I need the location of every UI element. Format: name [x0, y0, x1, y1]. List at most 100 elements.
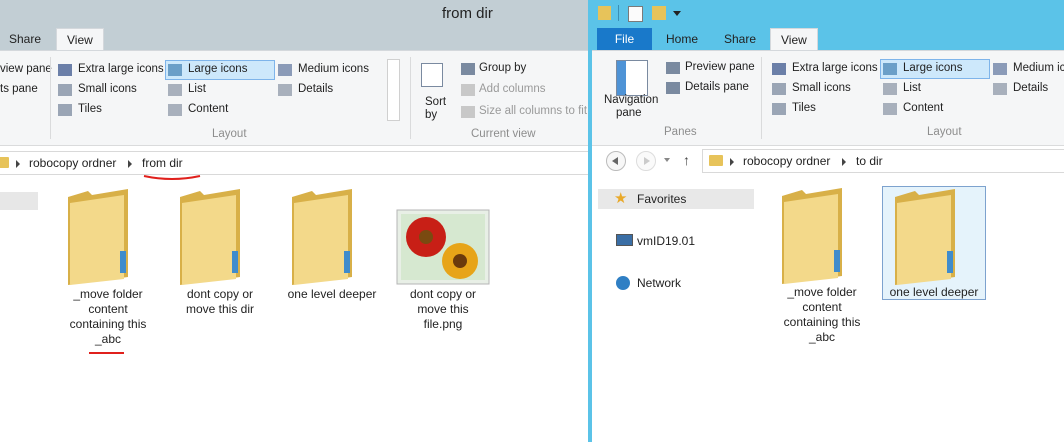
- item-label: file.png: [423, 317, 463, 331]
- layout-details[interactable]: Details: [298, 83, 333, 95]
- extra-large-icons-icon: [58, 64, 72, 76]
- nav-favorites-label: Favorites: [637, 192, 687, 206]
- folder-item-one-level-deeper[interactable]: one level deeper: [278, 186, 386, 311]
- layout-details[interactable]: Details: [1013, 82, 1048, 94]
- item-label: content: [88, 302, 128, 316]
- size-columns-button[interactable]: Size all columns to fit: [479, 105, 587, 117]
- address-bar[interactable]: robocopy ordner from dir: [0, 151, 588, 175]
- medium-icons-icon: [993, 63, 1007, 75]
- layout-tiles[interactable]: Tiles: [78, 103, 102, 115]
- layout-extra-large-icons[interactable]: Extra large icons: [78, 63, 164, 75]
- content-icon: [168, 104, 182, 116]
- address-bar[interactable]: robocopy ordner to dir: [702, 149, 1064, 173]
- small-icons-icon: [58, 84, 72, 96]
- new-folder-icon[interactable]: [652, 6, 666, 20]
- small-icons-icon: [772, 83, 786, 95]
- layout-large-icons[interactable]: Large icons: [188, 63, 247, 75]
- item-label: containing this: [69, 317, 147, 331]
- tab-home[interactable]: Home: [656, 28, 708, 50]
- layout-extra-large-icons[interactable]: Extra large icons: [792, 62, 878, 74]
- app-folder-icon: [598, 6, 611, 20]
- folder-item-dont-copy-dir[interactable]: dont copy or move this dir: [168, 186, 272, 326]
- breadcrumb-to-dir[interactable]: to dir: [856, 154, 883, 168]
- list-icon: [168, 84, 182, 96]
- item-label: dont copy or: [186, 287, 254, 301]
- layout-scrollbar[interactable]: [387, 59, 400, 121]
- forward-button[interactable]: [636, 151, 656, 171]
- layout-content[interactable]: Content: [903, 102, 943, 114]
- sort-by-label[interactable]: by: [425, 109, 437, 121]
- item-label: dont copy or: [409, 287, 477, 301]
- list-icon: [883, 83, 897, 95]
- item-label: content: [802, 300, 842, 314]
- breadcrumb-from-dir[interactable]: from dir: [142, 156, 183, 170]
- tab-share[interactable]: Share: [0, 28, 51, 50]
- properties-icon[interactable]: [628, 6, 643, 22]
- navigation-pane-icon: [616, 60, 648, 96]
- group-by-icon: [461, 63, 475, 75]
- tab-view[interactable]: View: [56, 28, 104, 51]
- chevron-down-icon[interactable]: [673, 11, 681, 16]
- arrow-left-icon: [612, 157, 618, 165]
- layout-medium-icons[interactable]: Medium icons: [298, 63, 369, 75]
- details-pane-button[interactable]: ts pane: [0, 83, 38, 95]
- folder-item-move-folder[interactable]: _move folder content containing this _ab…: [770, 185, 874, 350]
- layout-small-icons[interactable]: Small icons: [78, 83, 137, 95]
- folder-icon: [782, 188, 842, 284]
- chevron-right-icon: [842, 158, 846, 166]
- star-icon: ★: [614, 190, 628, 207]
- preview-pane-button[interactable]: Preview pane: [685, 61, 755, 73]
- navigation-pane-button[interactable]: Navigation: [604, 94, 658, 106]
- tiles-icon: [772, 103, 786, 115]
- nav-pane-selected-row[interactable]: [0, 192, 38, 210]
- nav-favorites[interactable]: ★ Favorites: [598, 189, 754, 209]
- tab-file[interactable]: File: [597, 28, 652, 50]
- preview-pane-button[interactable]: view pane: [0, 63, 52, 75]
- folder-icon: [68, 189, 128, 285]
- tab-view[interactable]: View: [770, 28, 818, 51]
- group-by-button[interactable]: Group by: [479, 62, 526, 74]
- details-pane-button[interactable]: Details pane: [685, 81, 749, 93]
- tab-share[interactable]: Share: [714, 28, 766, 50]
- layout-list[interactable]: List: [188, 83, 206, 95]
- file-item-png[interactable]: dont copy or move this file.png: [391, 206, 495, 336]
- details-pane-icon: [666, 82, 680, 94]
- up-arrow-icon[interactable]: ↑: [683, 152, 690, 168]
- large-icons-icon: [883, 63, 897, 75]
- folder-icon: [709, 155, 723, 166]
- chevron-right-icon: [730, 158, 734, 166]
- layout-medium-icons[interactable]: Medium ic: [1013, 62, 1064, 74]
- breadcrumb-robocopy-ordner[interactable]: robocopy ordner: [29, 156, 116, 170]
- add-columns-button[interactable]: Add columns: [479, 83, 545, 95]
- layout-content[interactable]: Content: [188, 103, 228, 115]
- add-columns-icon: [461, 84, 475, 96]
- title-bar: [592, 0, 1064, 28]
- folder-icon: [180, 189, 240, 285]
- layout-tiles[interactable]: Tiles: [792, 102, 816, 114]
- item-label: _move folder: [73, 287, 143, 301]
- navigation-pane-label[interactable]: pane: [616, 107, 642, 119]
- title-bar: from dir: [0, 0, 588, 28]
- folder-item-one-level-deeper[interactable]: one level deeper: [882, 186, 986, 300]
- layout-large-icons[interactable]: Large icons: [903, 62, 962, 74]
- ribbon-tabs: Share View: [0, 28, 588, 51]
- details-icon: [993, 83, 1007, 95]
- nav-network[interactable]: Network: [614, 273, 754, 293]
- back-button[interactable]: [606, 151, 626, 171]
- nav-computer[interactable]: vmID19.01: [614, 231, 754, 251]
- image-thumbnail-icon: [396, 209, 490, 285]
- layout-list[interactable]: List: [903, 82, 921, 94]
- network-icon: [616, 276, 630, 290]
- details-icon: [278, 84, 292, 96]
- layout-small-icons[interactable]: Small icons: [792, 82, 851, 94]
- nav-computer-label: vmID19.01: [637, 234, 696, 248]
- folder-item-move-folder[interactable]: _move folder content containing this _ab…: [56, 186, 160, 366]
- item-label: _move folder: [787, 285, 857, 299]
- breadcrumb-robocopy-ordner[interactable]: robocopy ordner: [743, 154, 830, 168]
- sort-label[interactable]: Sort: [425, 96, 446, 108]
- explorer-window-to-dir: File Home Share View Navigation pane Pre…: [592, 0, 1064, 442]
- medium-icons-icon: [278, 64, 292, 76]
- chevron-down-icon[interactable]: [664, 158, 670, 162]
- group-label-current-view: Current view: [471, 128, 536, 140]
- ribbon-view: Navigation pane Preview pane Details pan…: [592, 50, 1064, 146]
